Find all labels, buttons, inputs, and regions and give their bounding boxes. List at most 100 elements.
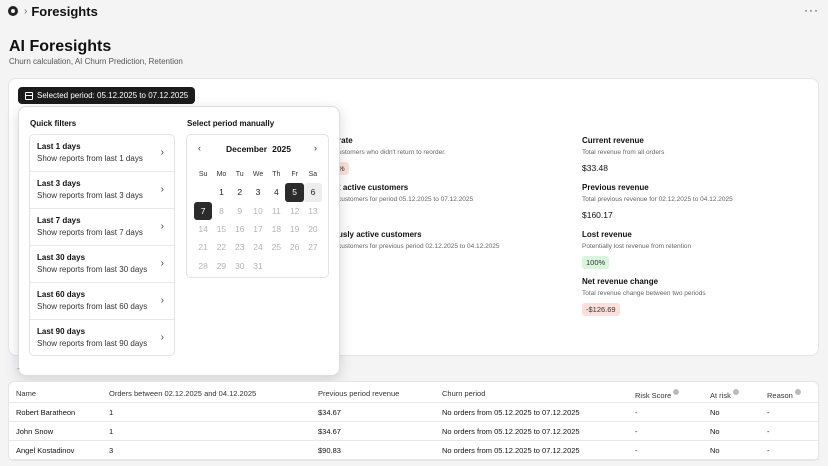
next-month-icon[interactable]: › bbox=[314, 143, 317, 153]
table-cell: $90.83 bbox=[318, 446, 341, 455]
stat-label: usly active customers bbox=[338, 230, 422, 239]
calendar-month: December bbox=[225, 144, 268, 154]
chevron-right-icon: › bbox=[160, 221, 164, 232]
info-icon[interactable] bbox=[732, 389, 739, 395]
date-range-popover: Quick filters Last 1 days Show reports fr… bbox=[18, 106, 340, 376]
calendar-day: 14 bbox=[198, 224, 208, 235]
calendar-day[interactable]: 7 bbox=[194, 201, 213, 220]
lost-revenue-badge: 100% bbox=[582, 256, 610, 269]
quick-filter-item[interactable]: Last 7 days Show reports from last 7 days… bbox=[30, 209, 174, 246]
table-row[interactable]: Angel Kostadinov 3 $90.83 No orders from 05… bbox=[9, 441, 820, 460]
calendar-day: 28 bbox=[198, 260, 208, 271]
stat-description: Potentially lost revenue from retention bbox=[582, 243, 692, 250]
calendar-empty-cell bbox=[194, 183, 212, 201]
calendar-day: 24 bbox=[253, 242, 263, 253]
stat-description: customers for period 05.12.2025 to 07.12… bbox=[338, 196, 474, 203]
calendar-day[interactable]: 2 bbox=[231, 183, 249, 201]
calendar-year: 2025 bbox=[272, 144, 292, 154]
column-header: Reason bbox=[767, 389, 801, 400]
table-cell: - bbox=[635, 446, 638, 455]
quick-filter-item[interactable]: Last 90 days Show reports from last 90 da… bbox=[30, 320, 174, 355]
calendar-day[interactable]: 3 bbox=[249, 183, 267, 201]
churn-rate-stat: rate ustomers who didn't return to reord… bbox=[338, 136, 446, 175]
weekday-label: Tu bbox=[235, 170, 244, 178]
table-cell: 1 bbox=[109, 408, 114, 417]
quick-filter-subtitle: Show reports from last 30 days bbox=[37, 265, 148, 274]
quick-filter-subtitle: Show reports from last 90 days bbox=[37, 339, 148, 348]
table-cell: - bbox=[635, 408, 638, 417]
calendar-day: 22 bbox=[216, 242, 227, 253]
weekday-label: Mo bbox=[216, 170, 227, 178]
weekday-label: Sa bbox=[308, 170, 318, 178]
calendar-day: 19 bbox=[289, 224, 300, 235]
column-header: Previous period revenue bbox=[318, 389, 400, 398]
table-cell: - bbox=[767, 408, 770, 417]
previous-active-customers-stat: usly active customers customers for prev… bbox=[338, 230, 500, 250]
table-cell: 1 bbox=[109, 427, 114, 436]
calendar-day[interactable]: 5 bbox=[285, 183, 304, 202]
table-cell: Robert Baratheon bbox=[16, 408, 76, 417]
net-revenue-badge: -$126.69 bbox=[582, 303, 620, 316]
calendar-day: 21 bbox=[198, 242, 208, 253]
calendar-day: 8 bbox=[219, 205, 224, 216]
app-logo-icon[interactable] bbox=[8, 6, 18, 16]
calendar-day: 13 bbox=[308, 205, 318, 216]
quick-filter-title: Last 7 days bbox=[37, 216, 81, 225]
breadcrumb-title[interactable]: Foresights bbox=[31, 4, 97, 19]
calendar-header: December 2025 bbox=[187, 144, 330, 154]
quick-filter-title: Last 90 days bbox=[37, 327, 86, 336]
stat-value: $33.48 bbox=[582, 163, 608, 173]
calendar-grid: Su Mo Tu We Th Fr Sa 1 2 3 4 5 6 7 8 9 10 11 12 13 14 15 16 17 1… bbox=[194, 165, 323, 275]
calendar-day: 31 bbox=[253, 260, 263, 271]
selected-period-button[interactable]: Selected period: 05.12.2025 to 07.12.202… bbox=[18, 87, 196, 104]
calendar-day: 29 bbox=[216, 260, 227, 271]
calendar-day[interactable]: 6 bbox=[303, 183, 323, 202]
calendar-day[interactable]: 4 bbox=[267, 183, 285, 201]
calendar-day: 15 bbox=[216, 224, 227, 235]
stat-description: Total revenue from all orders bbox=[582, 149, 665, 156]
weekday-label: We bbox=[252, 170, 264, 178]
chevron-right-icon: › bbox=[160, 295, 164, 306]
page-title: AI Foresights bbox=[9, 38, 112, 55]
calendar-day: 30 bbox=[235, 260, 245, 271]
calendar-day: 25 bbox=[271, 242, 282, 253]
calendar-day[interactable]: 1 bbox=[212, 183, 230, 201]
lost-revenue-stat: Lost revenue Potentially lost revenue fr… bbox=[582, 230, 691, 269]
page-subtitle: Churn calculation, AI Churn Prediction, … bbox=[9, 57, 183, 66]
calendar-day: 9 bbox=[237, 205, 243, 216]
quick-filter-title: Last 3 days bbox=[37, 179, 81, 188]
quick-filters-list: Last 1 days Show reports from last 1 days… bbox=[29, 134, 175, 356]
stat-label: Previous revenue bbox=[582, 183, 649, 192]
calendar-day: 26 bbox=[289, 242, 300, 253]
quick-filter-item[interactable]: Last 60 days Show reports from last 60 da… bbox=[30, 283, 174, 320]
info-icon[interactable] bbox=[794, 389, 801, 395]
stat-label: rate bbox=[338, 136, 353, 145]
quick-filter-item[interactable]: Last 1 days Show reports from last 1 days… bbox=[30, 135, 174, 172]
top-bar: › Foresights bbox=[0, 0, 828, 22]
column-header: Orders between 02.12.2025 and 04.12.2025 bbox=[109, 389, 257, 398]
table-header-row: Name Orders between 02.12.2025 and 04.12.… bbox=[9, 384, 820, 403]
stat-description: Total revenue change between two periods bbox=[582, 290, 706, 297]
table-row[interactable]: John Snow 1 $34.67 No orders from 05.12.202… bbox=[9, 422, 820, 441]
stat-label: t active customers bbox=[338, 183, 409, 192]
quick-filter-subtitle: Show reports from last 1 days bbox=[37, 154, 143, 163]
calendar-icon bbox=[25, 91, 33, 100]
chevron-right-icon: › bbox=[160, 258, 164, 269]
current-revenue-stat: Current revenue Total revenue from all o… bbox=[582, 136, 664, 173]
stat-description: Total previous revenue for 02.12.2025 to… bbox=[582, 196, 733, 203]
table-row[interactable]: Robert Baratheon 1 $34.67 No orders from 05… bbox=[9, 403, 820, 422]
more-options-icon[interactable]: ··· bbox=[804, 3, 819, 17]
quick-filter-item[interactable]: Last 3 days Show reports from last 3 days… bbox=[30, 172, 174, 209]
table-cell: No orders from 05.12.2025 to 07.12.2025 bbox=[442, 408, 580, 417]
column-header: Risk Score bbox=[635, 389, 680, 400]
net-revenue-change-stat: Net revenue change Total revenue change … bbox=[582, 277, 706, 316]
manual-period-title: Select period manually bbox=[187, 119, 275, 128]
info-icon[interactable] bbox=[673, 389, 680, 395]
table-cell: John Snow bbox=[16, 427, 54, 436]
section-marker: - bbox=[17, 364, 20, 373]
previous-revenue-stat: Previous revenue Total previous revenue … bbox=[582, 183, 733, 220]
weekday-label: Th bbox=[272, 170, 281, 178]
current-active-customers-stat: t active customers customers for period … bbox=[338, 183, 473, 203]
calendar-day: 17 bbox=[253, 224, 263, 235]
quick-filter-item[interactable]: Last 30 days Show reports from last 30 da… bbox=[30, 246, 174, 283]
